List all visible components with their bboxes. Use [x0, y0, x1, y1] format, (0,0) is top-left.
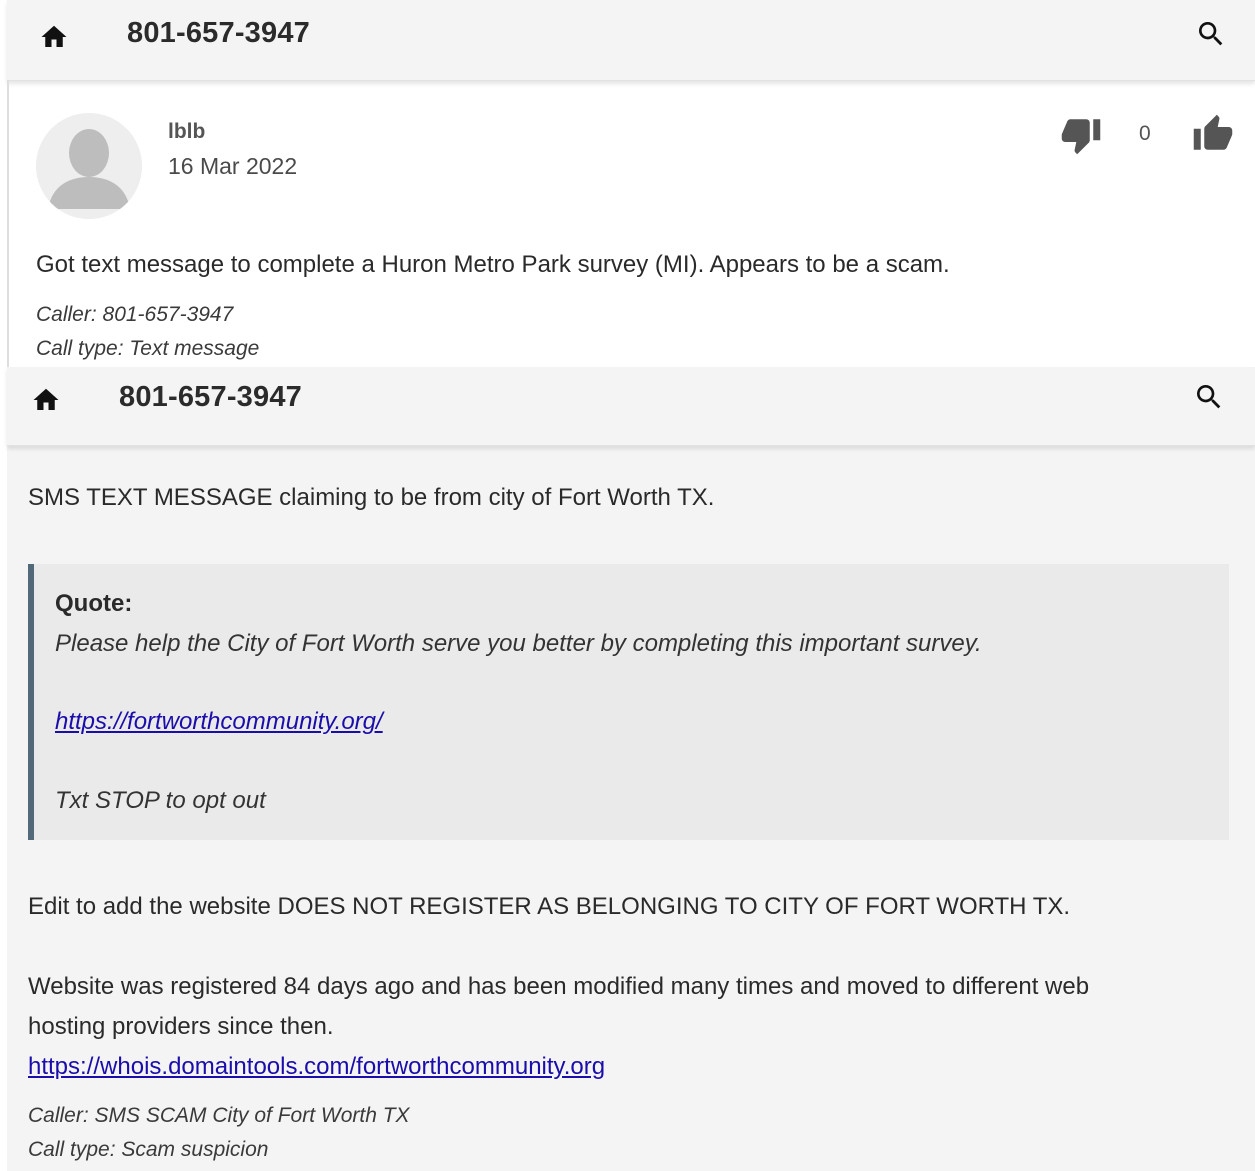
comment-intro: SMS TEXT MESSAGE claiming to be from cit… [28, 484, 715, 511]
comment-author[interactable]: lblb [168, 120, 205, 144]
call-type-info: Call type: Scam suspicion [28, 1138, 269, 1161]
comment-text: Got text message to complete a Huron Met… [36, 251, 950, 278]
thumb-down-icon[interactable] [1059, 114, 1103, 156]
page-title: 801-657-3947 [127, 17, 310, 49]
comment-divider [7, 80, 9, 367]
quote-optout: Txt STOP to opt out [55, 787, 266, 814]
app-header: 801-657-3947 [7, 367, 1255, 446]
comment-date: 16 Mar 2022 [168, 153, 298, 179]
quote-link[interactable]: https://fortworthcommunity.org/ [55, 708, 383, 736]
thumb-up-icon[interactable] [1191, 113, 1235, 155]
quote-text: Please help the City of Fort Worth serve… [55, 630, 982, 657]
comment-edit: Edit to add the website DOES NOT REGISTE… [28, 893, 1071, 920]
search-icon[interactable] [1195, 18, 1227, 50]
avatar [36, 113, 142, 219]
home-icon[interactable] [37, 22, 71, 52]
page-title: 801-657-3947 [119, 381, 302, 413]
screen-bottom: 801-657-3947 SMS TEXT MESSAGE claiming t… [7, 367, 1255, 1171]
home-icon[interactable] [29, 385, 63, 415]
vote-count: 0 [1139, 122, 1151, 145]
quote-block: Quote: Please help the City of Fort Wort… [28, 564, 1229, 840]
quote-label: Quote: [55, 590, 133, 617]
search-icon[interactable] [1193, 381, 1225, 413]
caller-info: Caller: SMS SCAM City of Fort Worth TX [28, 1104, 410, 1127]
screen-top: 801-657-3947 lblb 16 Mar 2022 0 Got text… [7, 0, 1255, 367]
comment-registered-line2: hosting providers since then. [28, 1013, 334, 1040]
caller-info: Caller: 801-657-3947 [36, 303, 234, 326]
comment-registered-line1: Website was registered 84 days ago and h… [28, 973, 1090, 1000]
call-type-info: Call type: Text message [36, 337, 260, 360]
whois-link[interactable]: https://whois.domaintools.com/fortworthc… [28, 1053, 605, 1081]
app-header: 801-657-3947 [7, 0, 1255, 81]
avatar-placeholder-icon [36, 113, 142, 219]
